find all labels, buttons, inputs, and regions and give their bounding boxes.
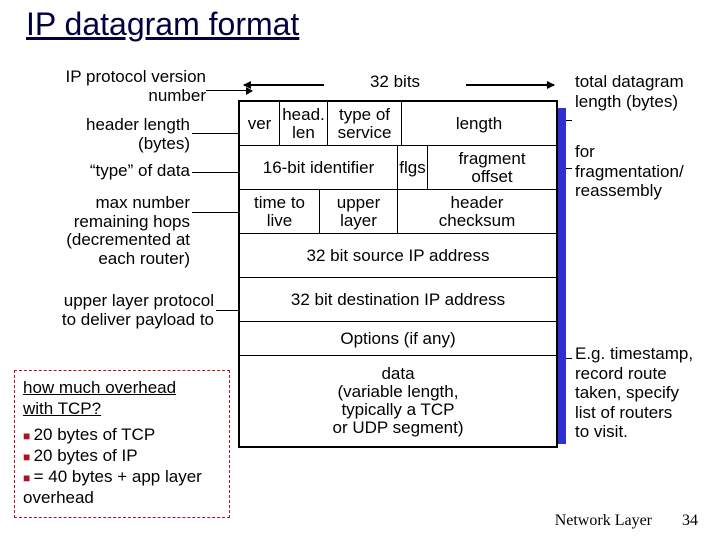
- cell-src: 32 bit source IP address: [240, 234, 556, 277]
- ann-ttl: max numberremaining hops(decremented ate…: [60, 194, 190, 269]
- bits-label: 32 bits: [330, 72, 460, 92]
- cell-fragoff: fragmentoffset: [428, 146, 556, 189]
- row-5: Options (if any): [240, 322, 556, 356]
- cell-tos: type ofservice: [328, 102, 402, 145]
- overhead-question: how much overheadwith TCP?: [23, 377, 221, 420]
- ann-frag: forfragmentation/reassembly: [575, 142, 720, 201]
- bits-arrow-left: [244, 84, 324, 86]
- cell-dst: 32 bit destination IP address: [240, 278, 556, 321]
- ann-totlen: total datagramlength (bytes): [575, 72, 715, 111]
- cell-ver: ver: [240, 102, 280, 145]
- row-1: 16-bit identifier flgs fragmentoffset: [240, 146, 556, 190]
- footer-section: Network Layer: [555, 512, 652, 529]
- ann-options: E.g. timestamp,record routetaken, specif…: [575, 344, 715, 442]
- cell-hlen: head.len: [280, 102, 328, 145]
- row-6: data(variable length,typically a TCPor U…: [240, 356, 556, 446]
- ann-proto: upper layer protocolto deliver payload t…: [20, 292, 214, 329]
- overhead-item: 20 bytes of IP: [23, 445, 221, 466]
- row-4: 32 bit destination IP address: [240, 278, 556, 322]
- footer: Network Layer 34: [555, 512, 698, 530]
- bits-arrow-right: [466, 84, 554, 86]
- ann-tos: “type” of data: [62, 162, 190, 181]
- ann-version: IP protocol versionnumber: [36, 68, 206, 105]
- overhead-box: how much overheadwith TCP? 20 bytes of T…: [14, 370, 230, 518]
- footer-page: 34: [682, 512, 698, 529]
- ip-header-diagram: ver head.len type ofservice length 16-bi…: [238, 100, 558, 448]
- cell-chk: headerchecksum: [398, 190, 556, 233]
- row-2: time tolive upperlayer headerchecksum: [240, 190, 556, 234]
- cell-length: length: [402, 102, 556, 145]
- diagram-grid: ver head.len type ofservice length 16-bi…: [238, 100, 558, 448]
- row-3: 32 bit source IP address: [240, 234, 556, 278]
- ann-hlen: header length(bytes): [62, 116, 190, 153]
- cell-proto: upperlayer: [320, 190, 398, 233]
- overhead-item: 20 bytes of TCP: [23, 424, 221, 445]
- cell-opts: Options (if any): [240, 322, 556, 355]
- cell-id: 16-bit identifier: [240, 146, 398, 189]
- overhead-list: 20 bytes of TCP 20 bytes of IP = 40 byte…: [23, 424, 221, 509]
- page-title: IP datagram format: [26, 6, 299, 43]
- row-0: ver head.len type ofservice length: [240, 102, 556, 146]
- cell-data: data(variable length,typically a TCPor U…: [240, 356, 556, 446]
- cell-ttl: time tolive: [240, 190, 320, 233]
- overhead-item: = 40 bytes + app layer overhead: [23, 466, 221, 509]
- cell-flgs: flgs: [398, 146, 428, 189]
- ptr-version: [206, 90, 252, 91]
